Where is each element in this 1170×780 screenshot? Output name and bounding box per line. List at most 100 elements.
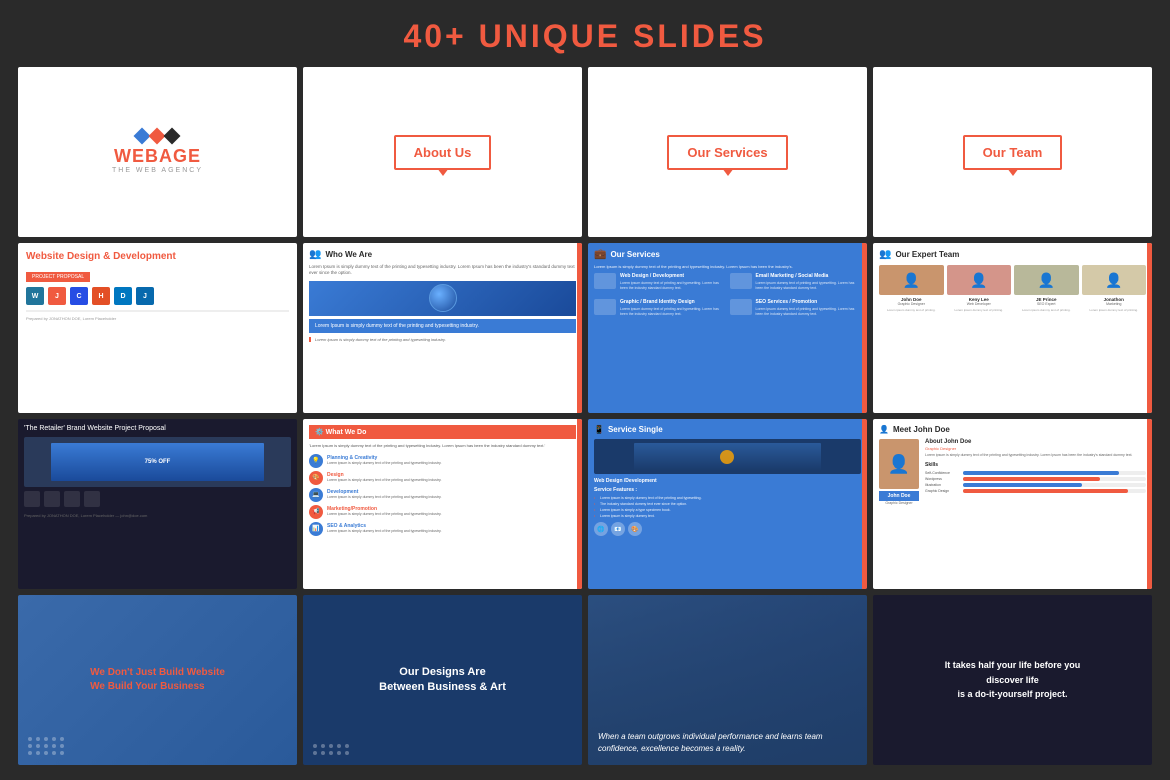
about-label-sm: About John Doe — [925, 439, 1146, 445]
service-icons-row: 🌐 📧 🎨 — [594, 522, 861, 536]
team-member-1: 👤 John Doe Graphic Designer Lorem ipsum … — [879, 265, 944, 312]
what-item-3: 💻 Development Lorem ipsum is simply dumm… — [309, 488, 576, 502]
what-item-2: 🎨 Design Lorem ipsum is simply dummy tex… — [309, 471, 576, 485]
slides-grid: WEBAGE THE WEB AGENCY About Us Our Servi… — [0, 67, 1170, 777]
john-bio: Lorem ipsum is simply dummy text of the … — [925, 453, 1146, 458]
skills-title: Skills — [925, 462, 1146, 468]
dev-icon: 💻 — [309, 488, 323, 502]
slide-about: About Us — [303, 67, 582, 237]
slide-proposal: Website Design & Development PROJECT PRO… — [18, 243, 297, 413]
service-item-3: Graphic / Brand Identity Design Lorem ip… — [594, 299, 726, 316]
slide-who-we-are: 👥 Who We Are Lorem Ipsum is simply dummy… — [303, 243, 582, 413]
slide-quote-1: We Don't Just Build Website We Build You… — [18, 595, 297, 765]
skill-4: Graphic Design — [925, 489, 1146, 493]
gear-icon: ⚙️ — [315, 429, 324, 436]
slide-quote-2: Our Designs Are Between Business & Art — [303, 595, 582, 765]
skill-3: Illustration — [925, 483, 1146, 487]
service-single-img — [594, 439, 861, 474]
team-member-2: 👤 Keny Lee Web Developer Lorem ipsum dum… — [947, 265, 1012, 312]
marketing-icon: 📢 — [309, 505, 323, 519]
team-label: Our Team — [963, 135, 1063, 170]
what-item-1: 💡 Planning & Creativity Lorem ipsum is s… — [309, 454, 576, 468]
member-bio-2: Lorem ipsum dummy text of printing. — [947, 308, 1012, 312]
services-label: Our Services — [667, 135, 787, 170]
slide-team-photo: When a team outgrows individual performa… — [588, 595, 867, 765]
quote-1-text: We Don't Just Build Website We Build You… — [90, 666, 225, 694]
member-bio-1: Lorem ipsum dummy text of printing. — [879, 308, 944, 312]
slide-what-we-do: ⚙️ What We Do 'Lorem Ipsum is simply dum… — [303, 419, 582, 589]
member-bio-3: Lorem ipsum dummy text of printing. — [1014, 308, 1079, 312]
slide-expert-team: 👥 Our Expert Team 👤 John Doe Graphic Des… — [873, 243, 1152, 413]
quote-2-text: Our Designs Are Between Business & Art — [379, 665, 506, 696]
who-highlight: Lorem Ipsum is simply dummy text of the … — [309, 319, 576, 333]
what-intro: 'Lorem Ipsum is simply dummy text of the… — [309, 443, 576, 449]
john-header: 👤 Meet John Doe — [879, 425, 1146, 434]
avatar-1: 👤 — [879, 265, 944, 295]
services-grid: Web Design / Development Lorem ipsum dum… — [594, 273, 861, 321]
who-text: Lorem Ipsum is simply dummy text of the … — [309, 264, 576, 277]
avatar-4: 👤 — [1082, 265, 1147, 295]
proposal-footer: Prepared by JONATHON DOE, Lorem Placehol… — [26, 316, 289, 321]
features-title: Service Features : — [594, 487, 861, 493]
slide-our-services: Our Services — [588, 67, 867, 237]
s-icon-3: 🎨 — [628, 522, 642, 536]
team-member-3: 👤 JE Prince SEO Expert Lorem ipsum dummy… — [1014, 265, 1079, 312]
team-icon: 👥 — [879, 249, 891, 260]
retailer-footer: Prepared by JONATHON DOE, Lorem Placehol… — [24, 513, 291, 518]
slide-logo: WEBAGE THE WEB AGENCY — [18, 67, 297, 237]
s-icon-2: 📧 — [611, 522, 625, 536]
retailer-title: 'The Retailer' Brand Website Project Pro… — [24, 425, 291, 432]
who-title: 👥 Who We Are — [309, 249, 576, 260]
service-item-2: Email Marketing / Social Media Lorem ips… — [730, 273, 862, 290]
slide-service-single: 📱 Service Single Web Design /Development… — [588, 419, 867, 589]
john-name-badge: John Doe — [879, 491, 919, 501]
slide-services-detail: 💼 Our Services Lorem Ipsum is simply dum… — [588, 243, 867, 413]
team-member-4: 👤 Jonathon Marketing Lorem ipsum dummy t… — [1082, 265, 1147, 312]
page-title: 40+ UNIQUE SLIDES — [0, 0, 1170, 67]
skill-2: Wordpress — [925, 477, 1146, 481]
service-single-title: 📱 Service Single — [594, 425, 861, 434]
avatar-3: 👤 — [1014, 265, 1079, 295]
john-content: 👤 John Doe Graphic Designer About John D… — [879, 439, 1146, 505]
services-desc: Lorem Ipsum is simply dummy text of the … — [594, 264, 861, 269]
skill-1: Self-Confidence — [925, 471, 1146, 475]
globe-area — [309, 281, 576, 316]
globe-icon — [429, 284, 457, 312]
proposal-title: Website Design & Development — [26, 251, 289, 262]
planning-icon: 💡 — [309, 454, 323, 468]
person-icon: 👤 — [879, 425, 889, 434]
tablet-icon: 📱 — [594, 425, 604, 434]
what-header: ⚙️ What We Do — [309, 425, 576, 439]
logo-text: WEBAGE — [112, 146, 203, 167]
service-single-subtitle: Web Design /Development — [594, 478, 861, 484]
retailer-icons — [24, 491, 291, 507]
slide-dark-quote: It takes half your life before you disco… — [873, 595, 1152, 765]
retailer-screen: 75% OFF — [24, 437, 291, 487]
briefcase-icon: 💼 — [594, 249, 606, 260]
slide-retailer: 'The Retailer' Brand Website Project Pro… — [18, 419, 297, 589]
people-icon: 👥 — [309, 249, 321, 260]
slide-our-team: Our Team — [873, 67, 1152, 237]
team-quote: When a team outgrows individual performa… — [598, 731, 857, 755]
seo-icon: 📊 — [309, 522, 323, 536]
service-item-1: Web Design / Development Lorem ipsum dum… — [594, 273, 726, 290]
slide-meet-john: 👤 Meet John Doe 👤 John Doe Graphic Desig… — [873, 419, 1152, 589]
john-details: About John Doe Graphic Designer Lorem ip… — [925, 439, 1146, 505]
cms-icons: W J C H D J — [26, 287, 289, 305]
what-items: 💡 Planning & Creativity Lorem ipsum is s… — [309, 454, 576, 536]
logo-sub: THE WEB AGENCY — [112, 167, 203, 174]
what-item-4: 📢 Marketing/Promotion Lorem ipsum is sim… — [309, 505, 576, 519]
s-icon-1: 🌐 — [594, 522, 608, 536]
avatar-2: 👤 — [947, 265, 1012, 295]
services-detail-title: 💼 Our Services — [594, 249, 861, 260]
features-list: Lorem ipsum is simply dummy text of the … — [594, 496, 861, 518]
expert-title: 👥 Our Expert Team — [879, 249, 1146, 260]
dark-quote-text: It takes half your life before you disco… — [945, 658, 1081, 701]
member-bio-4: Lorem ipsum dummy text of printing. — [1082, 308, 1147, 312]
design-icon: 🎨 — [309, 471, 323, 485]
about-label: About Us — [394, 135, 492, 170]
team-grid: 👤 John Doe Graphic Designer Lorem ipsum … — [879, 265, 1146, 312]
service-item-4: SEO Services / Promotion Lorem ipsum dum… — [730, 299, 862, 316]
what-item-5: 📊 SEO & Analytics Lorem ipsum is simply … — [309, 522, 576, 536]
john-avatar: 👤 — [879, 439, 919, 489]
